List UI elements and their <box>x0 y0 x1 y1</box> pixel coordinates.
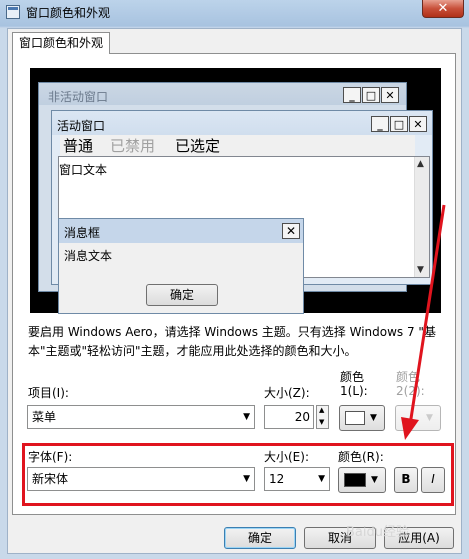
arrow-shaft <box>408 204 446 426</box>
ok-button[interactable]: 确定 <box>224 527 296 549</box>
red-arrow-annotation <box>401 204 446 440</box>
watermark: Baidu经验 <box>346 525 409 540</box>
arrow-head <box>401 417 419 440</box>
